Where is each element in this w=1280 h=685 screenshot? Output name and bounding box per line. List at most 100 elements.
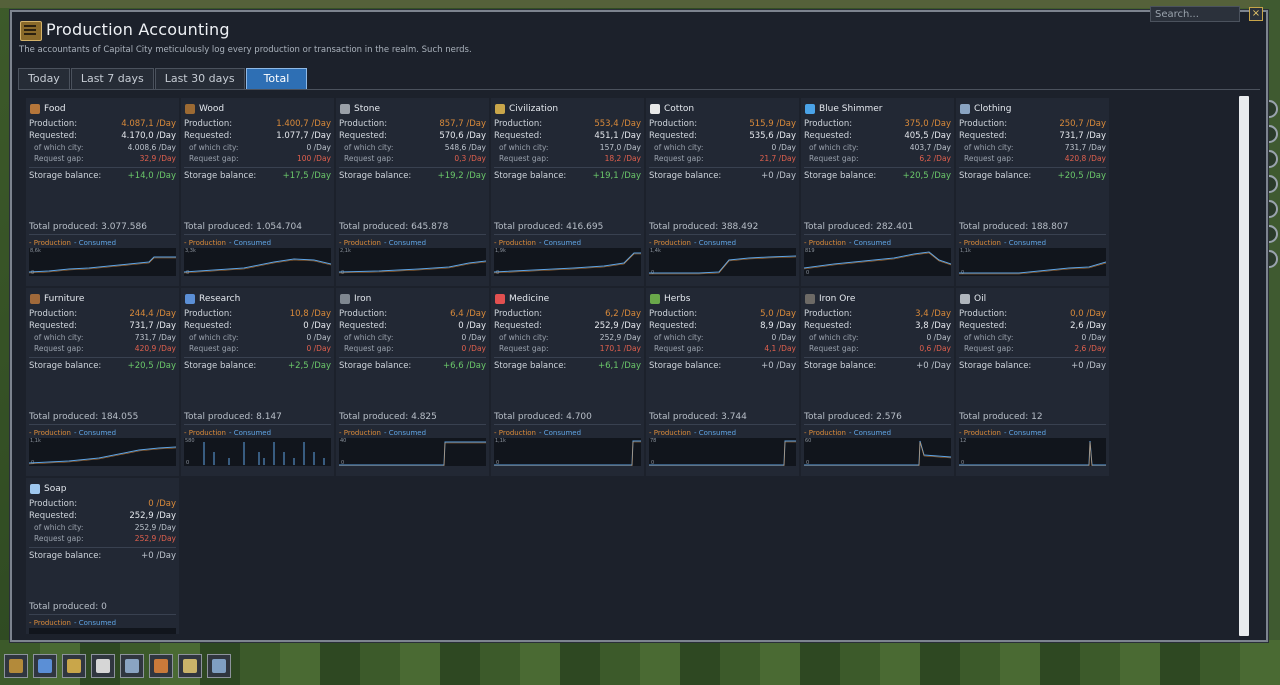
toolbar-button-ledger[interactable]: [4, 654, 28, 678]
toolbar-button-mail[interactable]: [91, 654, 115, 678]
tab-last-30-days[interactable]: Last 30 days: [154, 68, 245, 90]
gap-label: Request gap:: [34, 344, 84, 353]
gap-label: Request gap:: [499, 344, 549, 353]
production-label: Production:: [804, 119, 853, 129]
production-label: Production:: [339, 309, 388, 319]
legend-consumed: - Consumed: [1004, 239, 1047, 247]
resource-card-blue-shimmer: Blue Shimmer Production: 375,0 /Day Requ…: [801, 98, 954, 286]
toolbar-button-chart[interactable]: [207, 654, 231, 678]
storage-value: +20,5 /Day: [1057, 171, 1106, 181]
divider: [339, 167, 486, 168]
production-chart: 580 0: [184, 438, 331, 466]
resource-card-iron: Iron Production: 6,4 /Day Requested: 0 /…: [336, 288, 489, 476]
close-button[interactable]: ×: [1249, 7, 1263, 21]
city-value: 0 /Day: [1081, 333, 1107, 342]
requested-value: 731,7 /Day: [129, 321, 176, 331]
storage-value: +20,5 /Day: [127, 361, 176, 371]
production-row: Production: 5,0 /Day: [649, 309, 796, 320]
chart-legend: - Production - Consumed: [29, 429, 116, 437]
resource-title: Stone: [340, 102, 380, 116]
legend-production: - Production: [29, 429, 71, 437]
production-value: 6,2 /Day: [605, 309, 641, 319]
requested-label: Requested:: [959, 321, 1008, 331]
production-chart: 3,3k 0: [184, 248, 331, 276]
stone-icon: [340, 104, 350, 114]
legend-consumed: - Consumed: [539, 429, 582, 437]
requested-value: 0 /Day: [458, 321, 486, 331]
storage-value: +14,0 /Day: [127, 171, 176, 181]
gap-row: Request gap: 18,2 /Day: [494, 154, 641, 165]
chart-legend: - Production - Consumed: [29, 619, 116, 627]
gap-label: Request gap:: [654, 344, 704, 353]
resource-title: Herbs: [650, 292, 690, 306]
production-chart: [29, 628, 176, 634]
tab-last-7-days[interactable]: Last 7 days: [70, 68, 154, 90]
legend-production: - Production: [494, 239, 536, 247]
gap-row: Request gap: 170,1 /Day: [494, 344, 641, 355]
production-value: 10,8 /Day: [289, 309, 331, 319]
city-label: of which city:: [344, 143, 394, 152]
iron-ore-icon: [805, 294, 815, 304]
production-label: Production:: [494, 309, 543, 319]
sparkline: [959, 440, 1106, 466]
gap-row: Request gap: 0 /Day: [339, 344, 486, 355]
storage-row: Storage balance: +0 /Day: [649, 361, 796, 372]
resource-name: Cotton: [664, 104, 695, 114]
storage-value: +2,5 /Day: [288, 361, 331, 371]
resource-grid-viewport: Food Production: 4.087,1 /Day Requested:…: [26, 98, 1250, 634]
storage-label: Storage balance:: [29, 171, 102, 181]
storage-label: Storage balance:: [804, 361, 877, 371]
total-produced: Total produced: 1.054.704: [184, 222, 302, 232]
production-row: Production: 3,4 /Day: [804, 309, 951, 320]
vertical-scrollbar[interactable]: [1239, 96, 1249, 636]
city-label: of which city:: [499, 333, 549, 342]
medicine-icon: [495, 294, 505, 304]
sparkline: [29, 628, 176, 634]
storage-label: Storage balance:: [649, 171, 722, 181]
production-value: 244,4 /Day: [129, 309, 176, 319]
mail-icon: [96, 659, 110, 673]
storage-row: Storage balance: +19,1 /Day: [494, 171, 641, 182]
requested-label: Requested:: [649, 321, 698, 331]
requested-row: Requested: 4.170,0 /Day: [29, 131, 176, 142]
city-row: of which city: 0 /Day: [184, 333, 331, 344]
tab-today[interactable]: Today: [18, 68, 70, 90]
storage-value: +0 /Day: [761, 361, 796, 371]
divider: [184, 167, 331, 168]
production-chart: 78 0: [649, 438, 796, 466]
gap-label: Request gap:: [189, 344, 239, 353]
chart-legend: - Production - Consumed: [804, 239, 891, 247]
production-chart: 1,1k 0: [494, 438, 641, 466]
chart-legend: - Production - Consumed: [339, 239, 426, 247]
gap-label: Request gap:: [344, 154, 394, 163]
resource-title: Blue Shimmer: [805, 102, 882, 116]
toolbar-button-table[interactable]: [178, 654, 202, 678]
legend-production: - Production: [29, 619, 71, 627]
resource-card-food: Food Production: 4.087,1 /Day Requested:…: [26, 98, 179, 286]
chart-legend: - Production - Consumed: [804, 429, 891, 437]
storage-value: +0 /Day: [141, 551, 176, 561]
ledger-icon: [9, 659, 23, 673]
city-row: of which city: 0 /Day: [184, 143, 331, 154]
resource-name: Iron: [354, 294, 372, 304]
toolbar-button-map[interactable]: [120, 654, 144, 678]
production-label: Production:: [649, 309, 698, 319]
city-row: of which city: 252,9 /Day: [494, 333, 641, 344]
search-input[interactable]: [1150, 6, 1240, 22]
sparkline: [804, 440, 951, 466]
sparkline: [29, 446, 176, 465]
toolbar-button-scroll[interactable]: [62, 654, 86, 678]
resource-card-clothing: Clothing Production: 250,7 /Day Requeste…: [956, 98, 1109, 286]
title-bar[interactable]: Production Accounting ×: [12, 6, 1266, 48]
gap-value: 21,7 /Day: [759, 154, 796, 163]
toolbar-button-buildings[interactable]: [149, 654, 173, 678]
sparkline: [804, 251, 951, 270]
requested-label: Requested:: [184, 321, 233, 331]
production-line: [804, 441, 951, 466]
resource-title: Cotton: [650, 102, 694, 116]
tab-total[interactable]: Total: [245, 68, 308, 90]
production-row: Production: 244,4 /Day: [29, 309, 176, 320]
city-row: of which city: 731,7 /Day: [959, 143, 1106, 154]
production-row: Production: 10,8 /Day: [184, 309, 331, 320]
toolbar-button-flask[interactable]: [33, 654, 57, 678]
